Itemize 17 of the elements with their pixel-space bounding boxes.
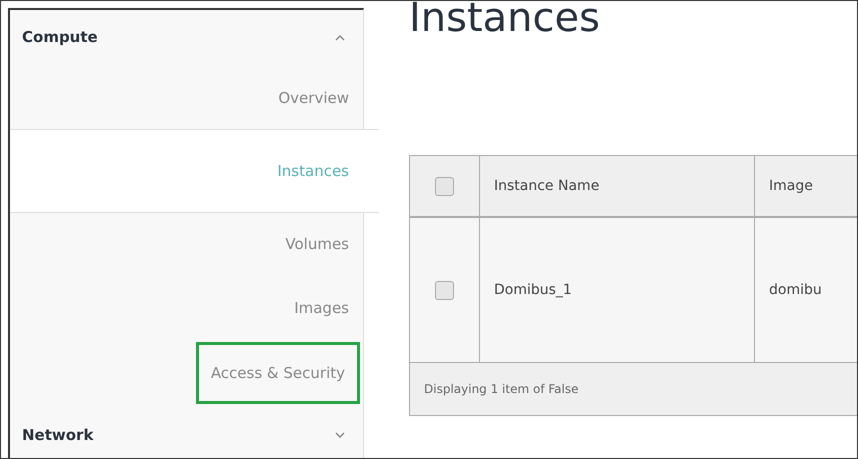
nav-item[interactable]: Volumes <box>10 212 363 276</box>
nav-group-header[interactable]: Compute <box>10 10 363 66</box>
select-all-checkbox[interactable] <box>435 176 454 196</box>
chevron-up-icon <box>335 34 345 40</box>
nav-item[interactable]: Access & Security <box>196 342 360 404</box>
chevron-down-icon <box>335 432 345 438</box>
nav-item[interactable]: Overview <box>10 66 363 130</box>
column-header[interactable]: Image <box>755 156 813 216</box>
table-cell-text: domibu <box>768 281 822 300</box>
nav-group-header[interactable]: Network <box>10 408 363 458</box>
row-checkbox[interactable] <box>435 280 454 300</box>
nav-item[interactable]: Instances <box>10 130 379 212</box>
nav-item[interactable]: Images <box>10 276 363 340</box>
table-footer-text: Displaying 1 item of False <box>424 382 578 396</box>
table-cell: Domibus_1 <box>480 218 755 362</box>
column-header[interactable]: Instance Name <box>480 156 755 216</box>
page-title: Instances <box>409 1 601 43</box>
